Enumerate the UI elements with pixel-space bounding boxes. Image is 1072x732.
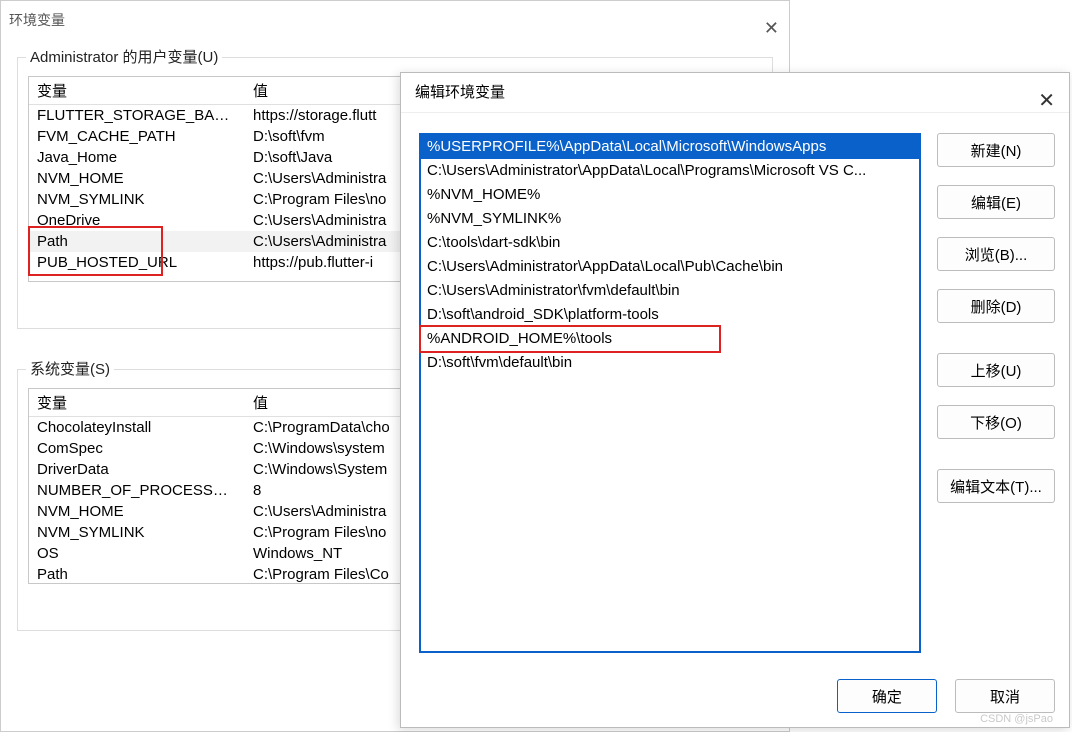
var-name: DriverData — [29, 459, 245, 480]
list-item[interactable]: C:\Users\Administrator\fvm\default\bin — [421, 279, 919, 303]
edit-env-var-dialog: 编辑环境变量 ✕ %USERPROFILE%\AppData\Local\Mic… — [400, 72, 1070, 728]
var-name: OS — [29, 543, 245, 564]
var-name: Java_Home — [29, 147, 245, 168]
list-item[interactable]: C:\Users\Administrator\AppData\Local\Pro… — [421, 159, 919, 183]
watermark: CSDN @jsPao — [980, 713, 1053, 725]
list-item[interactable]: %ANDROID_HOME%\tools — [421, 327, 919, 351]
delete-button[interactable]: 删除(D) — [937, 289, 1055, 323]
var-name: FVM_CACHE_PATH — [29, 126, 245, 147]
list-item[interactable]: %NVM_SYMLINK% — [421, 207, 919, 231]
ok-button[interactable]: 确定 — [837, 679, 937, 713]
list-item[interactable]: D:\soft\android_SDK\platform-tools — [421, 303, 919, 327]
var-name: NUMBER_OF_PROCESSORS — [29, 480, 245, 501]
list-item[interactable]: C:\tools\dart-sdk\bin — [421, 231, 919, 255]
col-variable: 变量 — [29, 77, 245, 105]
dialog-title: 编辑环境变量 ✕ — [401, 73, 1069, 113]
new-button[interactable]: 新建(N) — [937, 133, 1055, 167]
move-down-button[interactable]: 下移(O) — [937, 405, 1055, 439]
var-name: FLUTTER_STORAGE_BASE_... — [29, 105, 245, 127]
dialog-title: 环境变量 ✕ — [1, 1, 789, 39]
var-name: Path — [29, 231, 245, 252]
move-up-button[interactable]: 上移(U) — [937, 353, 1055, 387]
list-item[interactable]: D:\soft\fvm\default\bin — [421, 351, 919, 375]
user-vars-label: Administrator 的用户变量(U) — [26, 46, 222, 67]
var-name: NVM_HOME — [29, 168, 245, 189]
edit-button[interactable]: 编辑(E) — [937, 185, 1055, 219]
edit-text-button[interactable]: 编辑文本(T)... — [937, 469, 1055, 503]
var-name: Path — [29, 564, 245, 584]
list-item[interactable]: %NVM_HOME% — [421, 183, 919, 207]
var-name: ChocolateyInstall — [29, 417, 245, 439]
var-name: NVM_SYMLINK — [29, 522, 245, 543]
close-icon[interactable]: ✕ — [764, 9, 779, 47]
side-buttons: 新建(N) 编辑(E) 浏览(B)... 删除(D) 上移(U) 下移(O) 编… — [937, 133, 1055, 521]
var-name: NVM_HOME — [29, 501, 245, 522]
var-name: ComSpec — [29, 438, 245, 459]
var-name: NVM_SYMLINK — [29, 189, 245, 210]
list-item[interactable]: C:\Users\Administrator\AppData\Local\Pub… — [421, 255, 919, 279]
title-text: 环境变量 — [9, 12, 65, 28]
title-text: 编辑环境变量 — [415, 84, 505, 101]
sys-vars-label: 系统变量(S) — [26, 358, 114, 379]
cancel-button[interactable]: 取消 — [955, 679, 1055, 713]
browse-button[interactable]: 浏览(B)... — [937, 237, 1055, 271]
var-name: OneDrive — [29, 210, 245, 231]
path-list[interactable]: %USERPROFILE%\AppData\Local\Microsoft\Wi… — [419, 133, 921, 653]
close-icon[interactable]: ✕ — [1038, 81, 1055, 121]
list-item[interactable]: %USERPROFILE%\AppData\Local\Microsoft\Wi… — [421, 135, 919, 159]
col-variable: 变量 — [29, 389, 245, 417]
var-name: PUB_HOSTED_URL — [29, 252, 245, 273]
ok-cancel-row: 确定 取消 — [823, 679, 1055, 713]
